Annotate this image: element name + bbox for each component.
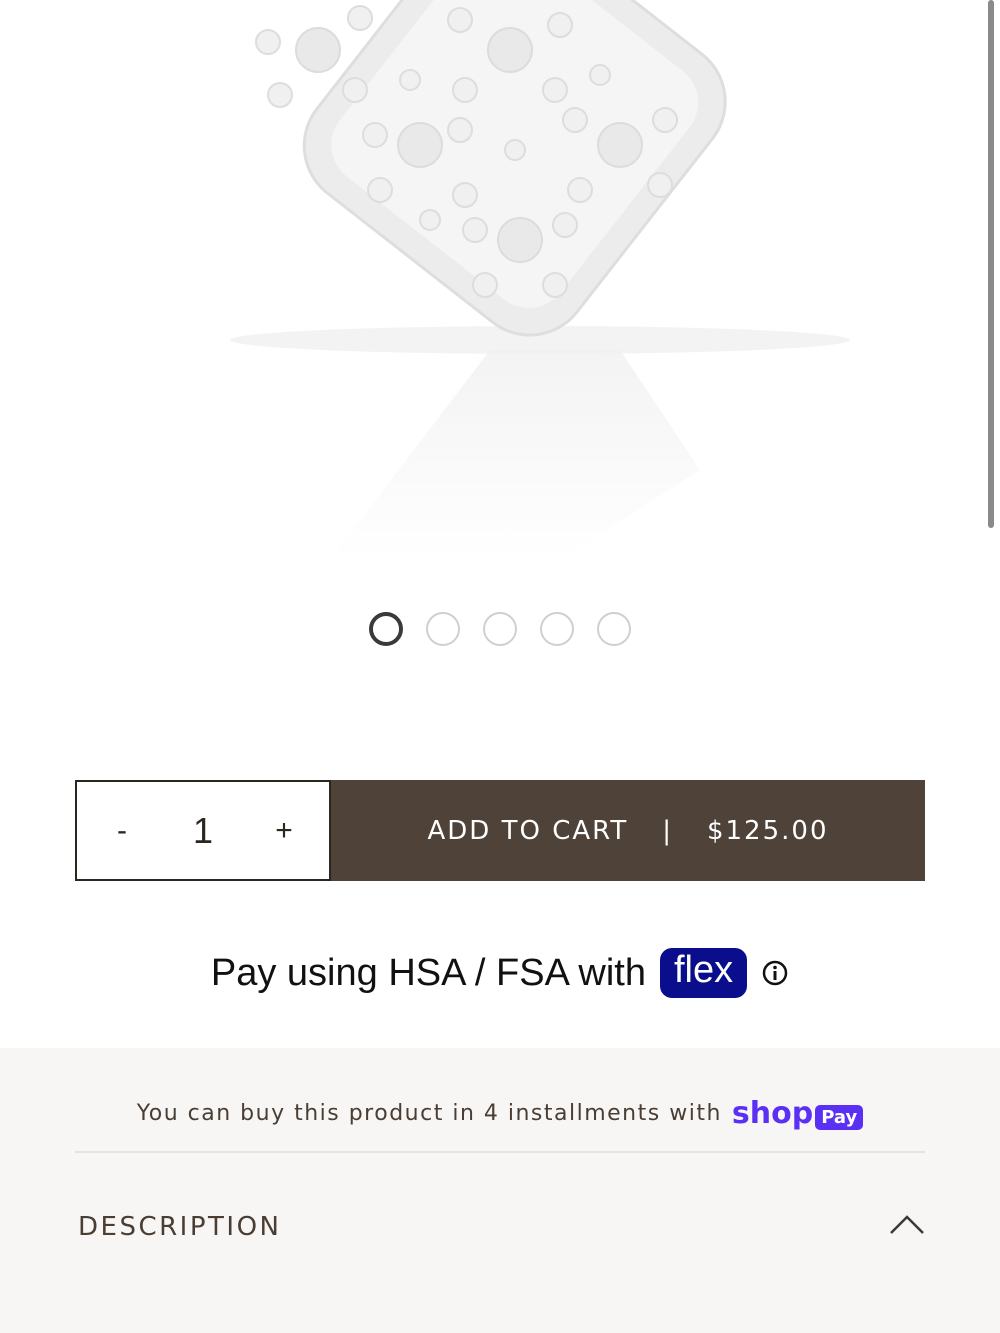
product-brush-illustration (230, 0, 850, 560)
decrease-quantity-button[interactable]: - (107, 814, 137, 848)
add-to-cart-separator: | (662, 815, 673, 846)
hsa-fsa-notice: Pay using HSA / FSA with flex (0, 938, 1000, 1008)
installments-text: You can buy this product in 4 installmen… (136, 1100, 722, 1126)
divider (75, 1151, 925, 1153)
info-icon[interactable] (761, 959, 789, 987)
price-label: $125.00 (706, 815, 829, 846)
carousel-dot[interactable] (597, 612, 631, 646)
pay-badge: Pay (815, 1104, 864, 1130)
add-to-cart-label: ADD TO CART (427, 815, 629, 846)
scrollbar[interactable] (988, 0, 994, 528)
carousel-dot[interactable] (483, 612, 517, 646)
installments-notice: You can buy this product in 4 installmen… (0, 1090, 1000, 1136)
quantity-stepper: - 1 + (75, 780, 331, 881)
shop-pay-logo[interactable]: shop Pay (731, 1095, 864, 1131)
carousel-dot[interactable] (426, 612, 460, 646)
hsa-fsa-text: Pay using HSA / FSA with (210, 951, 646, 994)
description-heading[interactable]: DESCRIPTION (78, 1212, 281, 1242)
product-image[interactable] (0, 0, 980, 580)
shop-logo-text: shop (731, 1095, 814, 1131)
quantity-value[interactable]: 1 (193, 810, 213, 852)
flex-logo: flex (659, 948, 748, 998)
chevron-up-icon[interactable] (888, 1212, 926, 1236)
increase-quantity-button[interactable]: + (269, 814, 299, 848)
add-to-cart-button[interactable]: ADD TO CART | $125.00 (331, 780, 925, 881)
carousel-dot[interactable] (369, 612, 403, 646)
carousel-dots (0, 612, 1000, 650)
carousel-dot[interactable] (540, 612, 574, 646)
